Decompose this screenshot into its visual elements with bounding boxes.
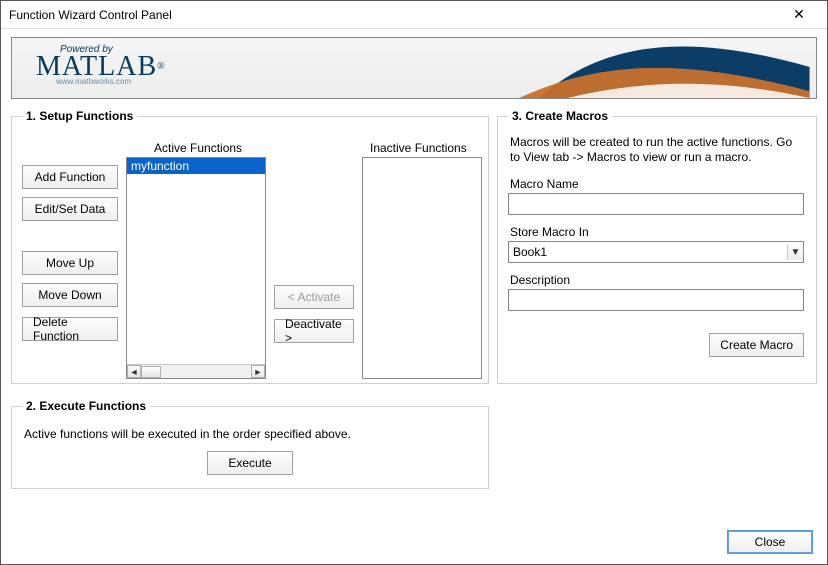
store-macro-select[interactable]: Book1 ▼	[508, 241, 804, 263]
description-label: Description	[510, 273, 806, 287]
close-icon[interactable]: ✕	[779, 6, 819, 23]
active-functions-label: Active Functions	[154, 141, 242, 155]
macros-help-text: Macros will be created to run the active…	[510, 135, 804, 165]
chevron-down-icon: ▼	[787, 244, 803, 260]
matlab-wordmark: MATLAB®	[36, 55, 166, 79]
list-item[interactable]: myfunction	[127, 158, 265, 174]
create-macros-group: 3. Create Macros Macros will be created …	[497, 109, 817, 384]
setup-legend: 1. Setup Functions	[22, 109, 137, 123]
matlab-logo: Powered by MATLAB® www.mathworks.com	[36, 44, 166, 86]
add-function-button[interactable]: Add Function	[22, 165, 118, 189]
store-macro-value: Book1	[513, 245, 547, 259]
edit-set-data-button[interactable]: Edit/Set Data	[22, 197, 118, 221]
scroll-thumb[interactable]	[141, 366, 161, 378]
setup-button-column: Add Function Edit/Set Data Move Up Move …	[22, 165, 118, 349]
execute-description: Active functions will be executed in the…	[24, 427, 478, 441]
store-macro-label: Store Macro In	[510, 225, 806, 239]
window-title: Function Wizard Control Panel	[9, 8, 779, 22]
execute-legend: 2. Execute Functions	[22, 399, 150, 413]
registered-mark: ®	[157, 61, 166, 72]
scroll-left-icon[interactable]: ◄	[127, 365, 141, 378]
banner: Powered by MATLAB® www.mathworks.com	[11, 37, 817, 99]
execute-functions-group: 2. Execute Functions Active functions wi…	[11, 399, 489, 489]
move-up-button[interactable]: Move Up	[22, 251, 118, 275]
macros-legend: 3. Create Macros	[508, 109, 612, 123]
inactive-functions-label: Inactive Functions	[370, 141, 467, 155]
content-area: 1. Setup Functions Add Function Edit/Set…	[11, 109, 817, 519]
move-down-button[interactable]: Move Down	[22, 283, 118, 307]
close-button[interactable]: Close	[727, 530, 813, 554]
banner-artwork	[416, 38, 816, 98]
deactivate-button[interactable]: Deactivate >	[274, 319, 354, 343]
inactive-functions-list[interactable]	[362, 157, 482, 379]
macro-name-input[interactable]	[508, 193, 804, 215]
active-functions-list[interactable]: myfunction ◄ ►	[126, 157, 266, 379]
execute-button[interactable]: Execute	[207, 451, 293, 475]
horizontal-scrollbar[interactable]: ◄ ►	[127, 364, 265, 378]
macro-name-label: Macro Name	[510, 177, 806, 191]
scroll-track[interactable]	[141, 365, 251, 378]
title-bar: Function Wizard Control Panel ✕	[1, 1, 827, 29]
create-macro-button[interactable]: Create Macro	[709, 333, 804, 357]
scroll-right-icon[interactable]: ►	[251, 365, 265, 378]
setup-functions-group: 1. Setup Functions Add Function Edit/Set…	[11, 109, 489, 384]
activate-button-column: < Activate Deactivate >	[274, 285, 354, 351]
description-input[interactable]	[508, 289, 804, 311]
delete-function-button[interactable]: Delete Function	[22, 317, 118, 341]
footer: Close	[727, 530, 813, 554]
activate-button[interactable]: < Activate	[274, 285, 354, 309]
